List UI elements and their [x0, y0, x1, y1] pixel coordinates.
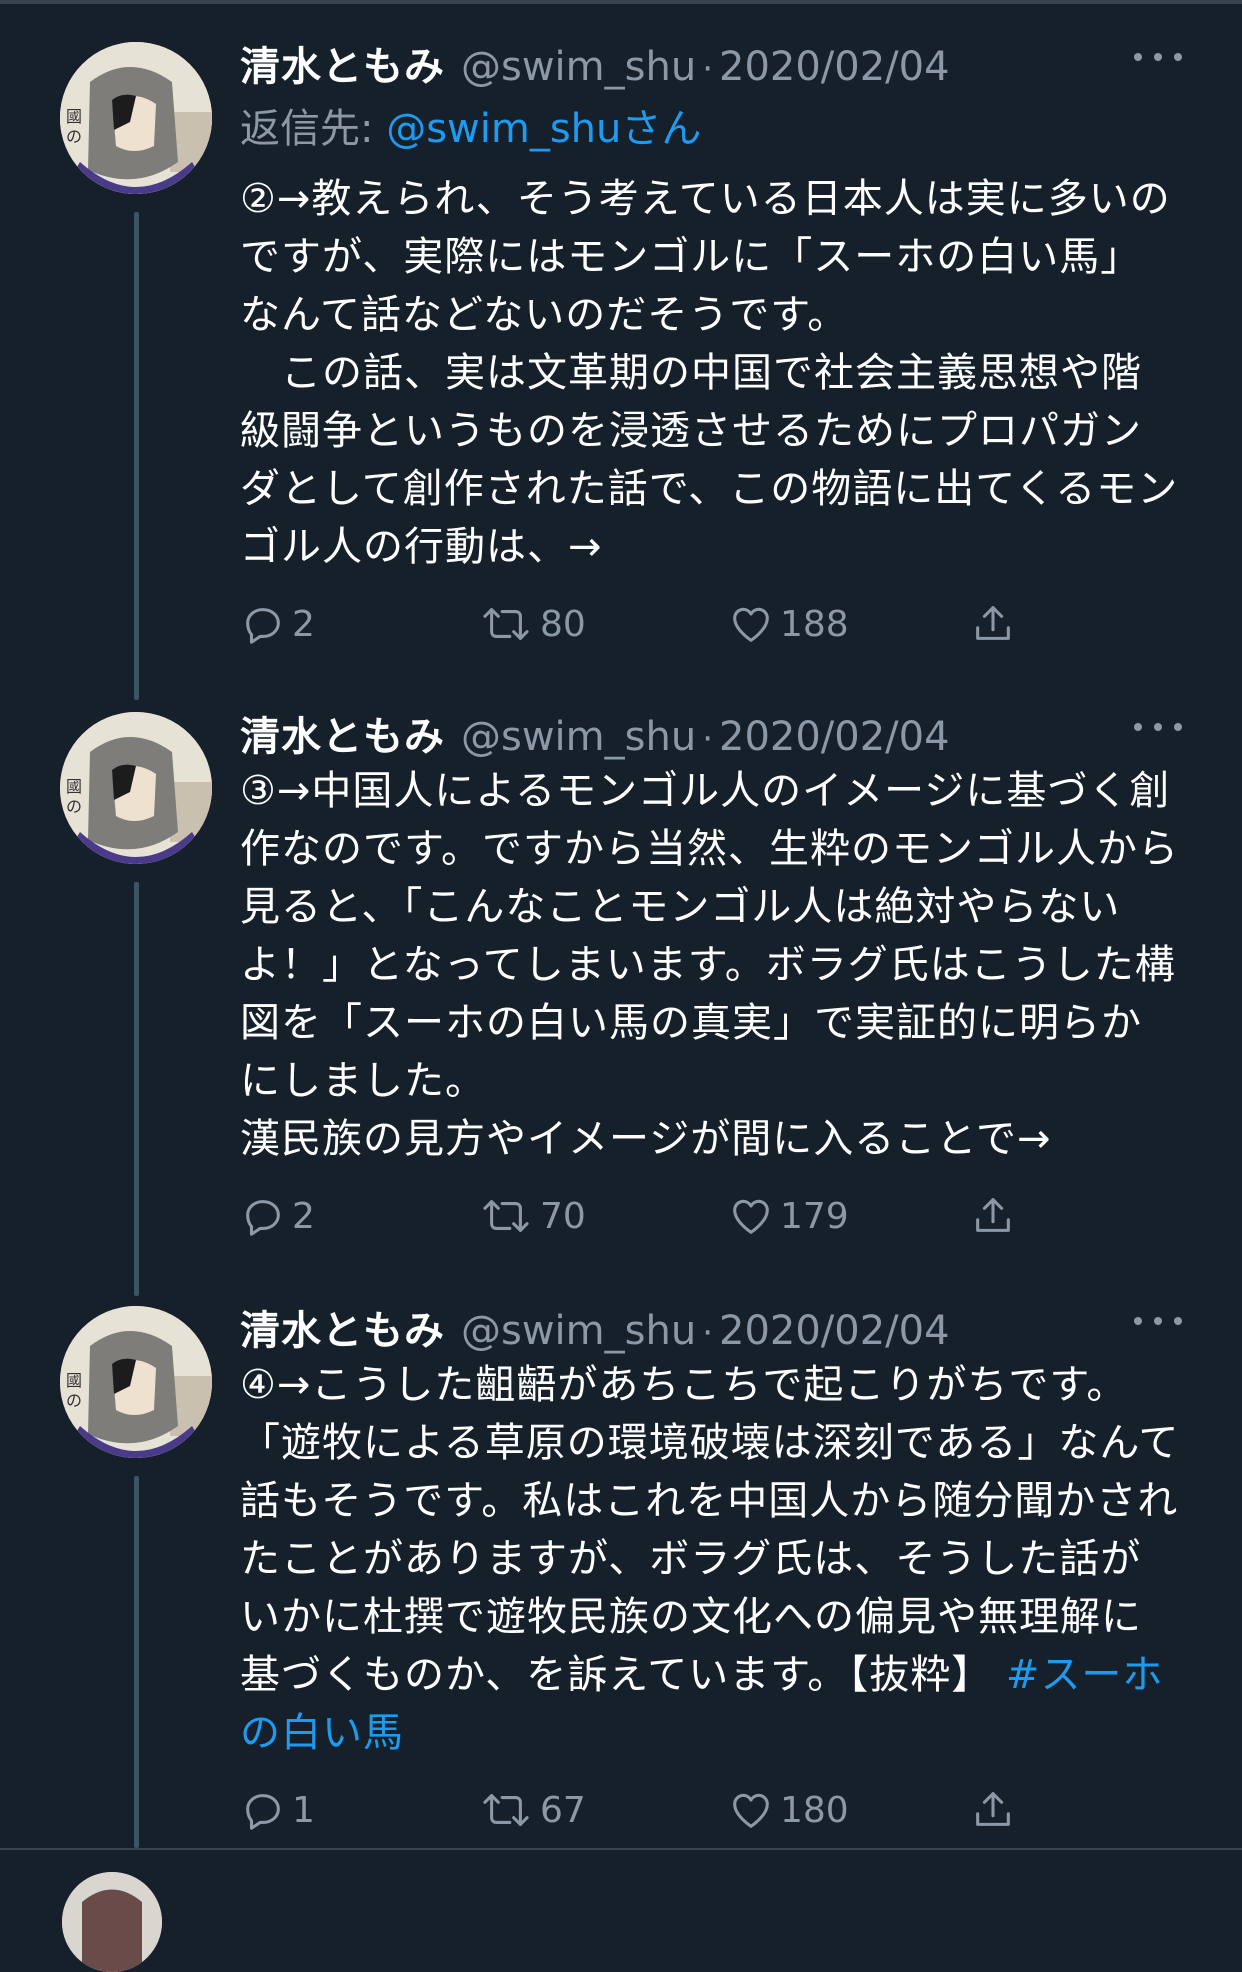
like-count: 179	[780, 1195, 849, 1237]
tweet-text: ②→教えられ、そう考えている日本人は実に多いのですが、実際にはモンゴルに「スーホ…	[240, 176, 1179, 570]
retweet-icon	[483, 1794, 529, 1826]
action-bar: 1 67 180	[240, 1780, 1040, 1840]
like-button[interactable]: 179	[728, 1186, 849, 1246]
like-icon	[733, 1199, 769, 1234]
thread-connector	[134, 882, 139, 1296]
retweet-count: 80	[540, 603, 586, 645]
user-handle[interactable]: @swim_shu	[461, 1308, 696, 1354]
tweet-header: 清水ともみ @swim_shu · 2020/02/04	[240, 704, 1182, 764]
retweet-count: 70	[540, 1195, 586, 1237]
more-icon[interactable]	[1134, 712, 1182, 742]
reply-button[interactable]: 2	[240, 1186, 315, 1246]
reply-to-line: 返信先: @swim_shuさん	[240, 96, 701, 154]
share-icon	[976, 606, 1010, 640]
reply-icon	[246, 1200, 280, 1236]
tweet-date[interactable]: 2020/02/04	[719, 714, 950, 760]
user-handle[interactable]: @swim_shu	[461, 44, 696, 90]
avatar[interactable]: 國 の	[60, 712, 212, 864]
top-divider	[0, 0, 1242, 4]
retweet-count: 67	[540, 1789, 586, 1831]
share-icon	[976, 1792, 1010, 1826]
separator: ·	[702, 1313, 713, 1353]
retweet-icon	[483, 608, 529, 640]
share-button[interactable]	[970, 1186, 1022, 1246]
like-count: 188	[780, 603, 849, 645]
svg-text:の: の	[66, 1391, 82, 1410]
reply-button[interactable]: 1	[240, 1780, 315, 1840]
tweet-divider	[0, 1848, 1242, 1850]
tweet-date[interactable]: 2020/02/04	[719, 44, 950, 90]
retweet-button[interactable]: 67	[478, 1780, 586, 1840]
reply-count: 2	[292, 603, 315, 645]
thread-connector	[134, 1476, 139, 1848]
avatar[interactable]: 國 の	[60, 42, 212, 194]
like-button[interactable]: 180	[728, 1780, 849, 1840]
reply-button[interactable]: 2	[240, 594, 315, 654]
retweet-icon	[483, 1200, 529, 1232]
reply-icon	[246, 1794, 280, 1830]
separator: ·	[702, 49, 713, 89]
action-bar: 2 80 188	[240, 594, 1040, 654]
tweet-body: ④→こうした齟齬があちこちで起こりがちです。「遊牧による草原の環境破壊は深刻であ…	[240, 1362, 1180, 1698]
avatar[interactable]	[62, 1872, 162, 1972]
reply-icon	[246, 608, 280, 644]
user-handle[interactable]: @swim_shu	[461, 714, 696, 760]
action-bar: 2 70 179	[240, 1186, 1040, 1246]
svg-text:國: 國	[66, 777, 82, 796]
more-icon[interactable]	[1134, 42, 1182, 72]
svg-text:の: の	[66, 797, 82, 816]
display-name[interactable]: 清水ともみ	[240, 1298, 445, 1356]
tweet-date[interactable]: 2020/02/04	[719, 1308, 950, 1354]
share-button[interactable]	[970, 594, 1022, 654]
retweet-button[interactable]: 70	[478, 1186, 586, 1246]
svg-text:の: の	[66, 127, 82, 146]
tweet-text: ④→こうした齟齬があちこちで起こりがちです。「遊牧による草原の環境破壊は深刻であ…	[240, 1356, 1180, 1762]
tweet-header: 清水ともみ @swim_shu · 2020/02/04	[240, 34, 1182, 94]
display-name[interactable]: 清水ともみ	[240, 704, 445, 762]
like-icon	[733, 1793, 769, 1828]
more-icon[interactable]	[1134, 1306, 1182, 1336]
tweet-text: ③→中国人によるモンゴル人のイメージに基づく創作なのです。ですから当然、生粋のモ…	[240, 768, 1179, 1162]
like-icon	[733, 607, 769, 642]
share-icon	[976, 1198, 1010, 1232]
avatar[interactable]: 國 の	[60, 1306, 212, 1458]
retweet-button[interactable]: 80	[478, 594, 586, 654]
reply-to-label: 返信先:	[240, 106, 387, 152]
reply-count: 2	[292, 1195, 315, 1237]
svg-text:國: 國	[66, 1371, 82, 1390]
separator: ·	[702, 719, 713, 759]
share-button[interactable]	[970, 1780, 1022, 1840]
reply-to-mention[interactable]: @swim_shuさん	[386, 106, 701, 152]
display-name[interactable]: 清水ともみ	[240, 34, 445, 92]
thread-connector	[134, 212, 139, 700]
like-button[interactable]: 188	[728, 594, 849, 654]
like-count: 180	[780, 1789, 849, 1831]
reply-count: 1	[292, 1789, 315, 1831]
svg-text:國: 國	[66, 107, 82, 126]
tweet-header: 清水ともみ @swim_shu · 2020/02/04	[240, 1298, 1182, 1358]
